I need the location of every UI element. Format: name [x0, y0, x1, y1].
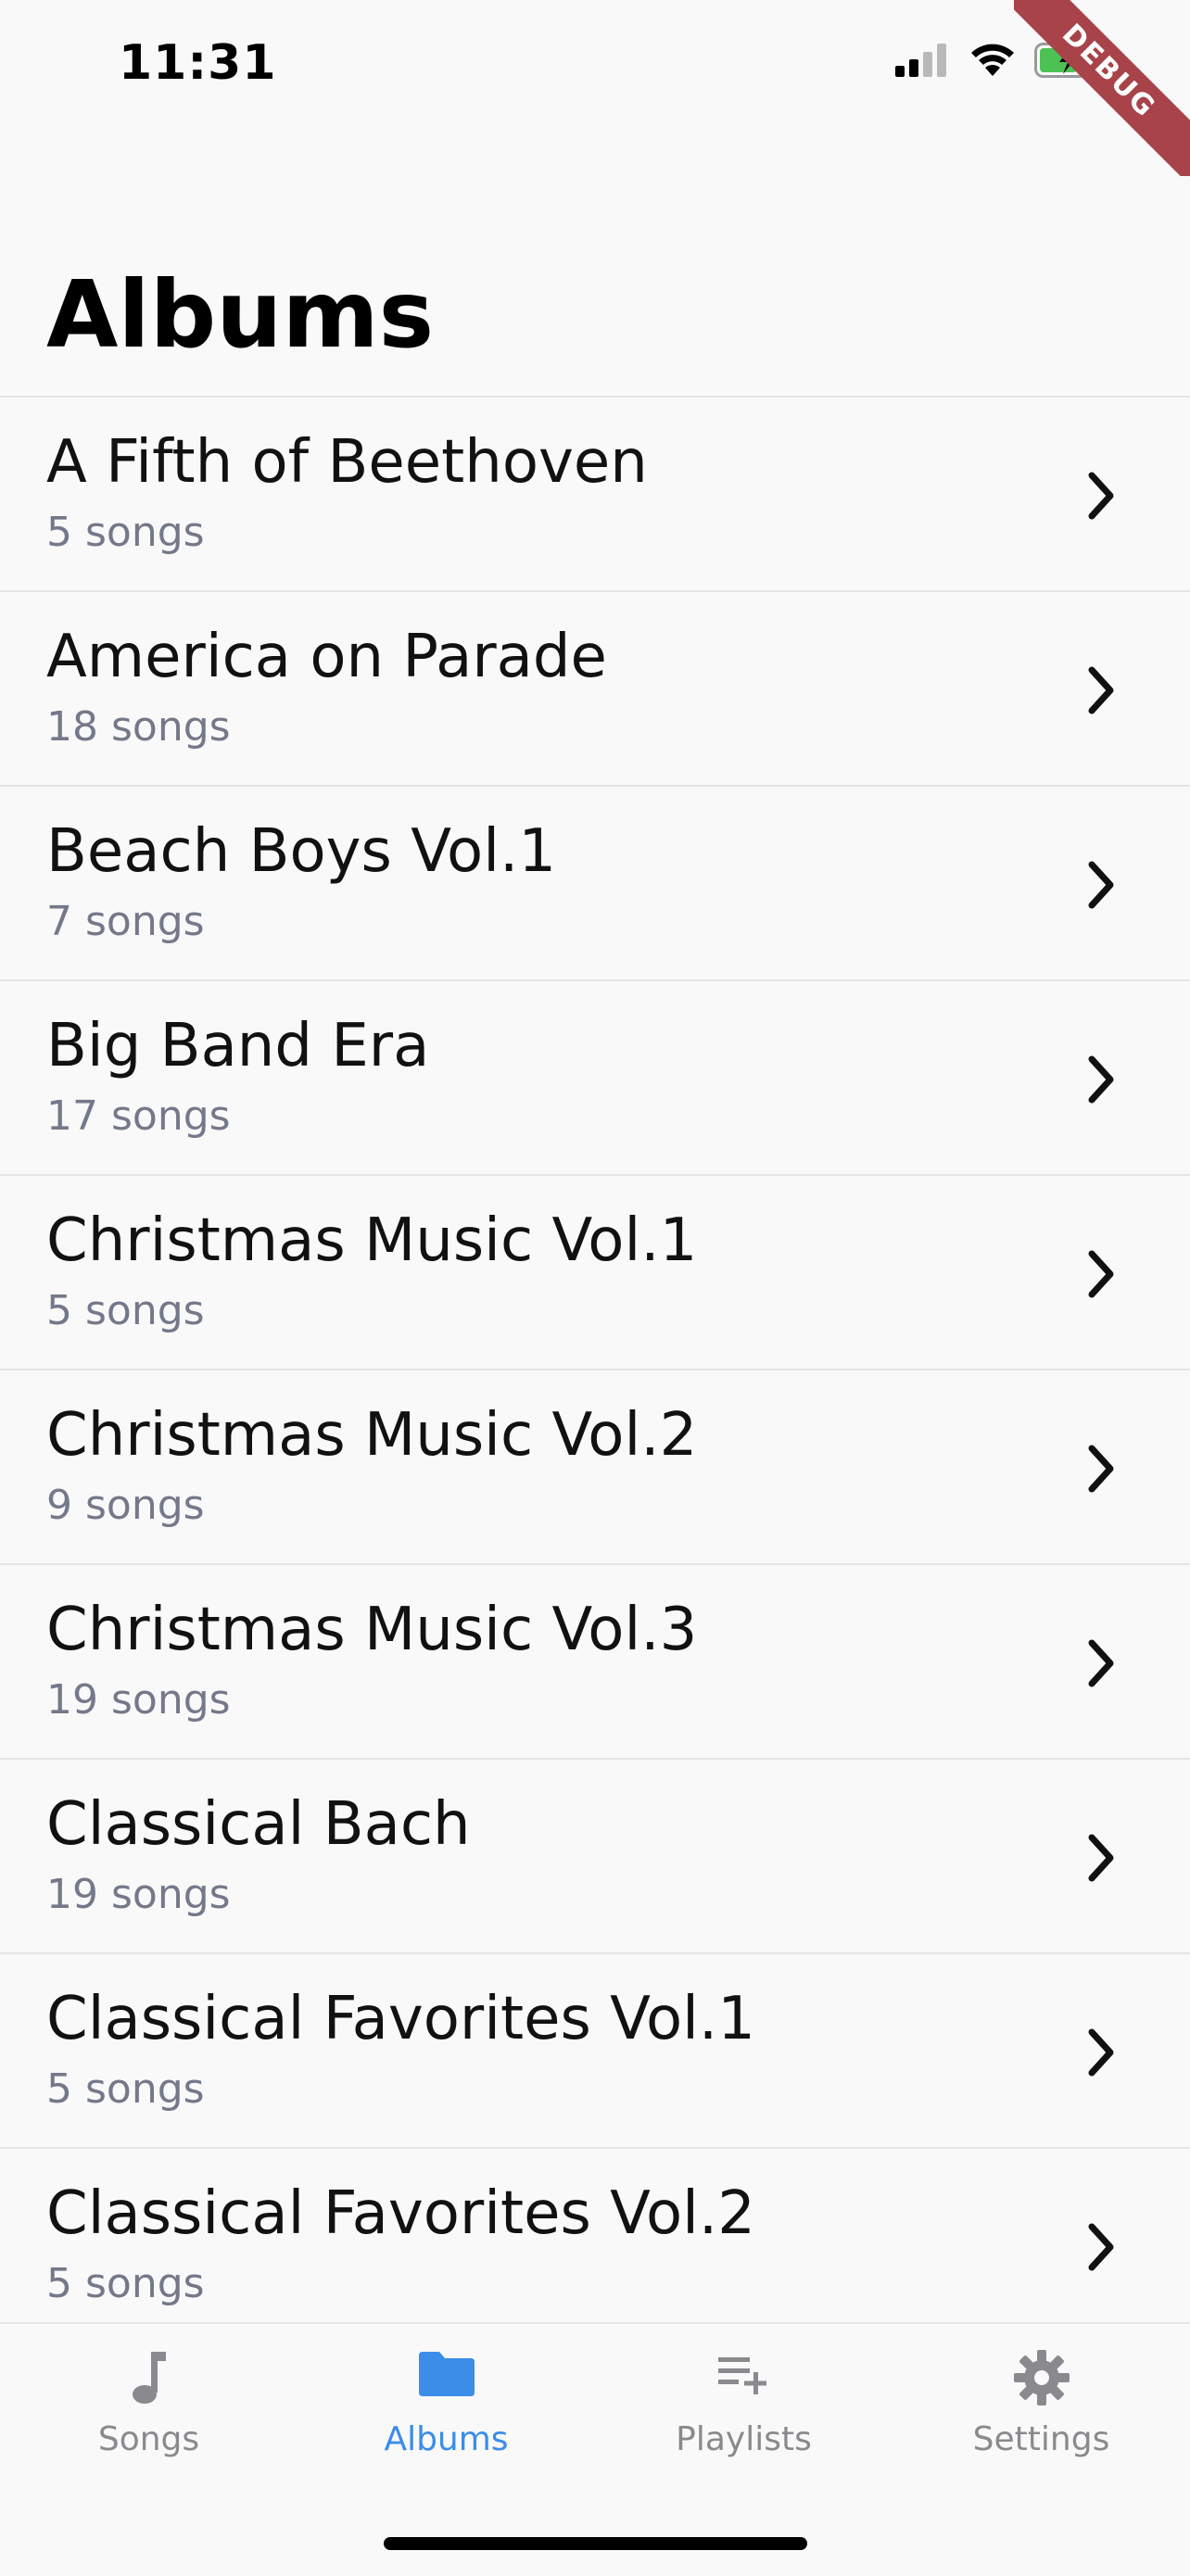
album-title: Christmas Music Vol.2: [46, 1401, 698, 1470]
album-list-item[interactable]: Big Band Era 17 songs: [0, 981, 1190, 1176]
album-list-item[interactable]: Beach Boys Vol.1 7 songs: [0, 787, 1190, 981]
chevron-right-icon: [1088, 1834, 1114, 1882]
album-song-count: 9 songs: [46, 1482, 205, 1529]
album-song-count: 7 songs: [46, 898, 205, 945]
album-list: A Fifth of Beethoven 5 songs America on …: [0, 396, 1190, 2343]
album-title: America on Parade: [46, 623, 607, 691]
chevron-right-icon: [1088, 2223, 1114, 2271]
album-list-item[interactable]: Christmas Music Vol.3 19 songs: [0, 1565, 1190, 1760]
tab-label: Albums: [384, 2420, 509, 2458]
album-song-count: 18 songs: [46, 703, 231, 751]
gear-icon: [1012, 2348, 1071, 2411]
chevron-right-icon: [1088, 861, 1114, 909]
tab-songs[interactable]: Songs: [0, 2324, 298, 2491]
playlist-add-icon: [715, 2348, 774, 2404]
music-note-icon: [123, 2348, 175, 2411]
chevron-right-icon: [1088, 1445, 1114, 1493]
album-list-item[interactable]: Classical Favorites Vol.1 5 songs: [0, 1954, 1190, 2149]
tab-label: Settings: [972, 2420, 1110, 2458]
tab-playlists[interactable]: Playlists: [595, 2324, 892, 2491]
chevron-right-icon: [1088, 666, 1114, 714]
album-list-item[interactable]: Christmas Music Vol.2 9 songs: [0, 1370, 1190, 1565]
album-song-count: 19 songs: [46, 1676, 231, 1724]
tab-label: Playlists: [676, 2420, 812, 2458]
home-indicator: [384, 2537, 807, 2550]
status-bar: 11:31: [0, 0, 1190, 130]
cellular-signal-icon: [895, 44, 951, 77]
album-title: Christmas Music Vol.3: [46, 1596, 698, 1664]
chevron-right-icon: [1088, 472, 1114, 520]
album-song-count: 5 songs: [46, 2065, 205, 2113]
album-title: A Fifth of Beethoven: [46, 428, 648, 497]
album-list-item[interactable]: Classical Favorites Vol.2 5 songs: [0, 2149, 1190, 2343]
album-song-count: 17 songs: [46, 1092, 231, 1140]
album-song-count: 5 songs: [46, 1287, 205, 1334]
tab-albums[interactable]: Albums: [298, 2324, 595, 2491]
album-title: Classical Favorites Vol.2: [46, 2179, 755, 2248]
album-title: Beach Boys Vol.1: [46, 817, 557, 886]
album-song-count: 19 songs: [46, 1871, 231, 1918]
album-list-item[interactable]: A Fifth of Beethoven 5 songs: [0, 398, 1190, 592]
status-time: 11:31: [119, 35, 277, 91]
folder-icon: [417, 2348, 476, 2404]
album-title: Classical Favorites Vol.1: [46, 1985, 755, 2053]
album-title: Big Band Era: [46, 1012, 430, 1080]
album-song-count: 5 songs: [46, 2260, 205, 2307]
wifi-icon: [969, 43, 1016, 78]
tab-settings[interactable]: Settings: [892, 2324, 1190, 2491]
album-song-count: 5 songs: [46, 509, 205, 556]
status-icons: [895, 43, 1107, 78]
page-title: Albums: [46, 260, 435, 369]
tab-label: Songs: [97, 2420, 200, 2458]
album-list-item[interactable]: America on Parade 18 songs: [0, 592, 1190, 787]
battery-charging-icon: [1034, 43, 1107, 78]
album-title: Christmas Music Vol.1: [46, 1206, 698, 1275]
chevron-right-icon: [1088, 1055, 1114, 1104]
album-list-item[interactable]: Classical Bach 19 songs: [0, 1760, 1190, 1954]
chevron-right-icon: [1088, 2028, 1114, 2077]
album-title: Classical Bach: [46, 1790, 471, 1859]
chevron-right-icon: [1088, 1639, 1114, 1687]
album-list-item[interactable]: Christmas Music Vol.1 5 songs: [0, 1176, 1190, 1370]
chevron-right-icon: [1088, 1250, 1114, 1298]
